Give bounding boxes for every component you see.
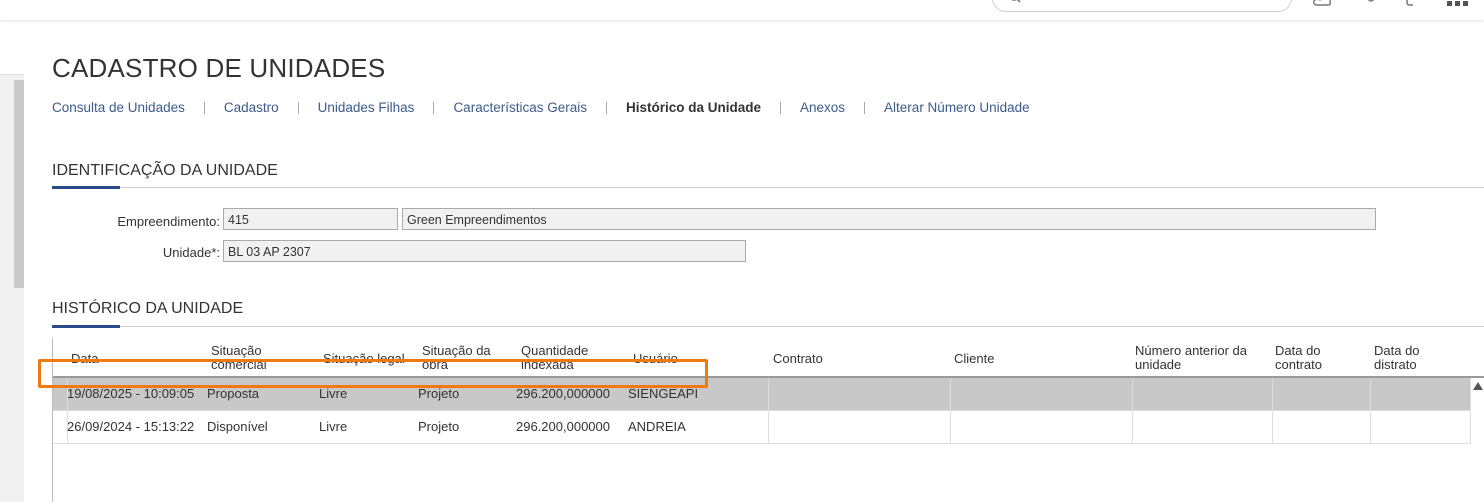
column-divider xyxy=(1370,378,1371,411)
tab-separator xyxy=(864,101,866,114)
column-divider xyxy=(1132,411,1133,444)
col-header-quantidade-indexada[interactable]: Quantidade indexada xyxy=(521,344,611,372)
cell-situacao-obra: Projeto xyxy=(418,386,460,401)
historico-grid: Data Situação comercial Situação legal S… xyxy=(52,338,1484,502)
tab-separator xyxy=(433,101,435,114)
tab-unidades-filhas[interactable]: Unidades Filhas xyxy=(318,100,415,115)
main-content: CADASTRO DE UNIDADES Consulta de Unidade… xyxy=(24,20,1484,502)
cell-situacao-comercial: Disponível xyxy=(207,419,268,434)
empreendimento-name-field[interactable]: Green Empreendimentos xyxy=(402,208,1376,230)
col-header-data-distrato[interactable]: Data do distrato xyxy=(1374,344,1444,372)
page-title: CADASTRO DE UNIDADES xyxy=(52,53,386,83)
col-header-data-contrato[interactable]: Data do contrato xyxy=(1275,344,1345,372)
section-divider xyxy=(52,325,1484,328)
tab-separator xyxy=(605,101,607,114)
col-header-numero-anterior[interactable]: Número anterior da unidade xyxy=(1135,344,1260,372)
cell-situacao-legal: Livre xyxy=(319,419,348,434)
unidade-label: Unidade*: xyxy=(162,245,220,260)
cell-quantidade: 296.200,000000 xyxy=(516,386,610,401)
row-gutter xyxy=(53,378,68,410)
left-panel-header xyxy=(0,20,24,75)
cell-data: 26/09/2024 - 15:13:22 xyxy=(67,419,195,434)
grid-scroll-up-icon[interactable] xyxy=(1473,382,1483,390)
grid-header: Data Situação comercial Situação legal S… xyxy=(53,338,1484,378)
help-icon[interactable] xyxy=(1366,0,1376,6)
cell-situacao-comercial: Proposta xyxy=(207,386,260,401)
column-divider xyxy=(1272,378,1273,411)
col-header-situacao-legal[interactable]: Situação legal xyxy=(323,352,405,366)
cell-quantidade: 296.200,000000 xyxy=(516,419,610,434)
identificacao-section-title: IDENTIFICAÇÃO DA UNIDADE xyxy=(52,162,278,179)
empreendimento-label: Empreendimento: xyxy=(117,214,220,229)
cell-usuario: SIENGEAPI xyxy=(628,386,699,401)
section-accent xyxy=(52,186,120,189)
column-divider xyxy=(768,411,769,444)
cell-situacao-obra: Projeto xyxy=(418,419,460,434)
column-divider xyxy=(950,378,951,411)
column-divider xyxy=(1470,411,1471,444)
tab-nav: Consulta de Unidades Cadastro Unidades F… xyxy=(52,100,1030,115)
tab-caracteristicas-gerais[interactable]: Características Gerais xyxy=(453,100,587,115)
notification-icon[interactable] xyxy=(1404,0,1416,6)
column-divider xyxy=(768,378,769,411)
table-row[interactable]: 26/09/2024 - 15:13:22 Disponível Livre P… xyxy=(53,411,1471,444)
cell-data: 19/08/2025 - 10:09:05 xyxy=(67,386,195,401)
unidade-field[interactable]: BL 03 AP 2307 xyxy=(223,240,746,262)
column-divider xyxy=(1132,378,1133,411)
column-divider xyxy=(1470,378,1471,411)
tab-alterar-numero-unidade[interactable]: Alterar Número Unidade xyxy=(884,100,1030,115)
cell-situacao-legal: Livre xyxy=(319,386,348,401)
row-gutter xyxy=(53,411,68,443)
search-icon xyxy=(1011,0,1021,3)
section-divider xyxy=(52,186,1484,189)
cloud-icon[interactable] xyxy=(1313,0,1333,6)
top-bar xyxy=(0,0,1484,20)
col-header-contrato[interactable]: Contrato xyxy=(773,352,823,366)
table-row[interactable]: 19/08/2025 - 10:09:05 Proposta Livre Pro… xyxy=(53,378,1471,411)
col-header-situacao-comercial[interactable]: Situação comercial xyxy=(211,344,295,372)
page-scrollbar[interactable] xyxy=(14,80,24,288)
col-header-usuario[interactable]: Usuário xyxy=(633,352,678,366)
apps-grid-icon[interactable] xyxy=(1447,0,1469,6)
cell-usuario: ANDREIA xyxy=(628,419,686,434)
column-divider xyxy=(950,411,951,444)
tab-cadastro[interactable]: Cadastro xyxy=(224,100,279,115)
tab-consulta-de-unidades[interactable]: Consulta de Unidades xyxy=(52,100,185,115)
tab-separator xyxy=(297,101,299,114)
col-header-cliente[interactable]: Cliente xyxy=(954,352,994,366)
col-header-data[interactable]: Data xyxy=(71,352,98,366)
tab-historico-da-unidade[interactable]: Histórico da Unidade xyxy=(626,100,761,115)
col-header-situacao-obra[interactable]: Situação da obra xyxy=(422,344,508,372)
section-accent xyxy=(52,325,120,328)
tab-anexos[interactable]: Anexos xyxy=(800,100,845,115)
column-divider xyxy=(1272,411,1273,444)
historico-section-title: HISTÓRICO DA UNIDADE xyxy=(52,300,244,317)
global-search-input[interactable] xyxy=(992,0,1292,12)
empreendimento-code-field[interactable]: 415 xyxy=(223,208,398,230)
tab-separator xyxy=(203,101,205,114)
column-divider xyxy=(1370,411,1371,444)
tab-separator xyxy=(780,101,782,114)
